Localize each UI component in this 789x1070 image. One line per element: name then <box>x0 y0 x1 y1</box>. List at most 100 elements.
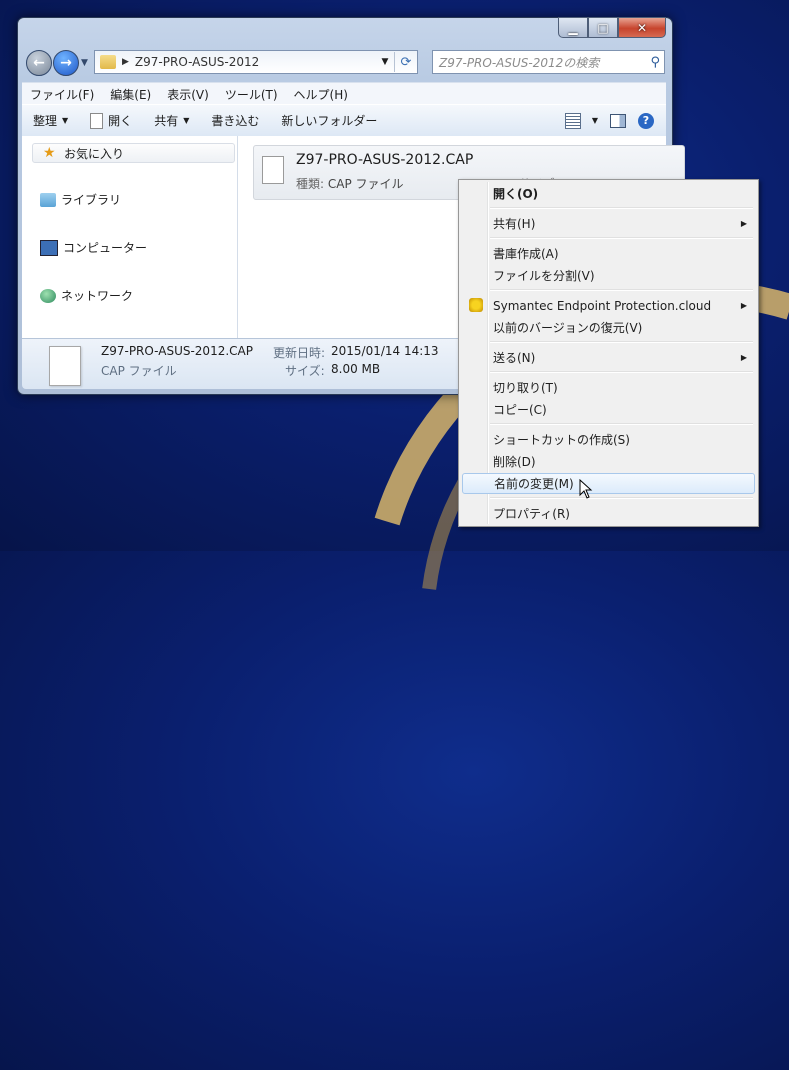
details-file-name: Z97-PRO-ASUS-2012.CAP <box>101 344 253 358</box>
folder-icon <box>100 55 116 69</box>
nav-computer[interactable]: コンピューター <box>40 239 147 256</box>
ctx-share[interactable]: 共有(H) ▶ <box>462 213 755 234</box>
nav-libraries[interactable]: ライブラリ <box>40 191 121 208</box>
ctx-delete-label: 削除(D) <box>493 455 536 469</box>
ctx-symantec-label: Symantec Endpoint Protection.cloud <box>493 298 712 313</box>
address-dropdown-icon[interactable]: ▼ <box>376 57 394 67</box>
computer-icon <box>40 239 58 256</box>
submenu-arrow-icon: ▶ <box>740 353 747 362</box>
ctx-delete[interactable]: 削除(D) <box>462 451 755 472</box>
address-bar[interactable]: ▶ Z97-PRO-ASUS-2012 ▼ ⟳ <box>94 50 418 74</box>
menu-file[interactable]: ファイル(F) <box>22 86 102 103</box>
share-label: 共有 <box>154 114 179 128</box>
star-icon: ★ <box>43 145 56 161</box>
burn-button[interactable]: 書き込む <box>200 105 270 136</box>
menu-edit[interactable]: 編集(E) <box>102 86 159 103</box>
file-large-icon <box>49 346 81 386</box>
ctx-separator <box>490 341 753 343</box>
ctx-create-archive-label: 書庫作成(A) <box>493 247 559 261</box>
ctx-cut[interactable]: 切り取り(T) <box>462 377 755 398</box>
maximize-button[interactable]: □ <box>588 17 618 38</box>
ctx-separator <box>490 423 753 425</box>
nav-libraries-label: ライブラリ <box>61 193 122 207</box>
library-icon <box>40 192 56 207</box>
address-path[interactable]: Z97-PRO-ASUS-2012 <box>135 55 259 69</box>
forward-button[interactable]: → <box>53 50 79 76</box>
ctx-rename-label: 名前の変更(M) <box>494 477 574 491</box>
caption-buttons: ▁ □ ✕ <box>558 17 666 38</box>
nav-network-label: ネットワーク <box>61 289 134 303</box>
navigation-pane: ★ お気に入り ライブラリ コンピューター ネットワーク <box>22 136 238 338</box>
refresh-icon[interactable]: ⟳ <box>394 52 417 72</box>
ctx-split-file[interactable]: ファイルを分割(V) <box>462 265 755 286</box>
ctx-rename[interactable]: 名前の変更(M) <box>462 473 755 494</box>
open-button[interactable]: 開く <box>79 105 143 136</box>
view-options-chevron-icon[interactable]: ▼ <box>592 116 598 125</box>
change-view-icon[interactable] <box>564 112 581 129</box>
open-label: 開く <box>108 114 133 128</box>
ctx-share-label: 共有(H) <box>493 217 536 231</box>
ctx-split-file-label: ファイルを分割(V) <box>493 269 595 283</box>
search-placeholder[interactable]: Z97-PRO-ASUS-2012の検索 <box>439 54 599 71</box>
back-button[interactable]: ← <box>26 50 52 76</box>
nav-favorites[interactable]: ★ お気に入り <box>32 143 235 163</box>
ctx-symantec[interactable]: Symantec Endpoint Protection.cloud ▶ <box>462 295 755 316</box>
ctx-cut-label: 切り取り(T) <box>493 381 558 395</box>
menu-view[interactable]: 表示(V) <box>159 86 217 103</box>
details-file-type: CAP ファイル <box>101 364 177 378</box>
details-size-label: サイズ: <box>285 364 325 378</box>
file-icon <box>262 156 284 184</box>
navigation-bar: ← → ▼ ▶ Z97-PRO-ASUS-2012 ▼ ⟳ Z97-PRO-AS… <box>25 50 665 76</box>
chevron-down-icon: ▼ <box>62 116 69 125</box>
new-folder-label: 新しいフォルダー <box>281 114 378 128</box>
ctx-create-shortcut[interactable]: ショートカットの作成(S) <box>462 429 755 450</box>
ctx-send-to-label: 送る(N) <box>493 351 536 365</box>
submenu-arrow-icon: ▶ <box>740 219 747 228</box>
file-type-value: CAP ファイル <box>327 177 404 191</box>
ctx-separator <box>490 371 753 373</box>
search-input[interactable]: Z97-PRO-ASUS-2012の検索 ⚲ <box>432 50 665 74</box>
ctx-open[interactable]: 開く(O) <box>462 183 755 204</box>
file-type: 種類: CAP ファイル <box>296 175 404 192</box>
organize-button[interactable]: 整理 ▼ <box>22 105 79 136</box>
ctx-restore-previous[interactable]: 以前のバージョンの復元(V) <box>462 317 755 338</box>
organize-label: 整理 <box>33 114 58 128</box>
file-name: Z97-PRO-ASUS-2012.CAP <box>296 152 474 168</box>
new-folder-button[interactable]: 新しいフォルダー <box>270 105 388 136</box>
details-size-value: 8.00 MB <box>331 362 381 376</box>
mouse-cursor-icon <box>579 479 593 499</box>
context-menu: 開く(O) 共有(H) ▶ 書庫作成(A) ファイルを分割(V) Symante… <box>458 179 759 527</box>
breadcrumb-chevron-icon[interactable]: ▶ <box>122 57 129 67</box>
nav-favorites-label: お気に入り <box>64 146 125 161</box>
search-icon[interactable]: ⚲ <box>650 55 660 70</box>
share-button[interactable]: 共有 ▼ <box>143 105 200 136</box>
help-icon[interactable]: ? <box>638 112 654 129</box>
symantec-icon <box>469 298 483 312</box>
nav-network[interactable]: ネットワーク <box>40 287 133 304</box>
ctx-create-archive[interactable]: 書庫作成(A) <box>462 243 755 264</box>
ctx-copy[interactable]: コピー(C) <box>462 399 755 420</box>
preview-pane-icon[interactable] <box>610 113 626 128</box>
chevron-down-icon: ▼ <box>183 116 190 125</box>
file-type-label: 種類: <box>296 177 325 191</box>
details-modified-label: 更新日時: <box>273 346 326 360</box>
command-bar: 整理 ▼ 開く 共有 ▼ 書き込む 新しいフォルダー ▼ ? <box>22 104 666 137</box>
ctx-restore-previous-label: 以前のバージョンの復元(V) <box>493 321 643 335</box>
ctx-open-label: 開く(O) <box>493 187 539 201</box>
ctx-create-shortcut-label: ショートカットの作成(S) <box>493 433 630 447</box>
burn-label: 書き込む <box>211 114 260 128</box>
ctx-separator <box>490 289 753 291</box>
recent-pages-dropdown-icon[interactable]: ▼ <box>81 58 88 68</box>
network-icon <box>40 288 56 303</box>
minimize-button[interactable]: ▁ <box>558 17 588 38</box>
menu-help[interactable]: ヘルプ(H) <box>286 86 356 103</box>
ctx-properties[interactable]: プロパティ(R) <box>462 503 755 524</box>
details-modified-value: 2015/01/14 14:13 <box>331 344 439 358</box>
document-icon <box>90 112 104 129</box>
ctx-copy-label: コピー(C) <box>493 403 547 417</box>
ctx-send-to[interactable]: 送る(N) ▶ <box>462 347 755 368</box>
nav-computer-label: コンピューター <box>63 241 148 255</box>
menu-tools[interactable]: ツール(T) <box>217 86 286 103</box>
ctx-separator <box>490 207 753 209</box>
close-button[interactable]: ✕ <box>618 17 666 38</box>
